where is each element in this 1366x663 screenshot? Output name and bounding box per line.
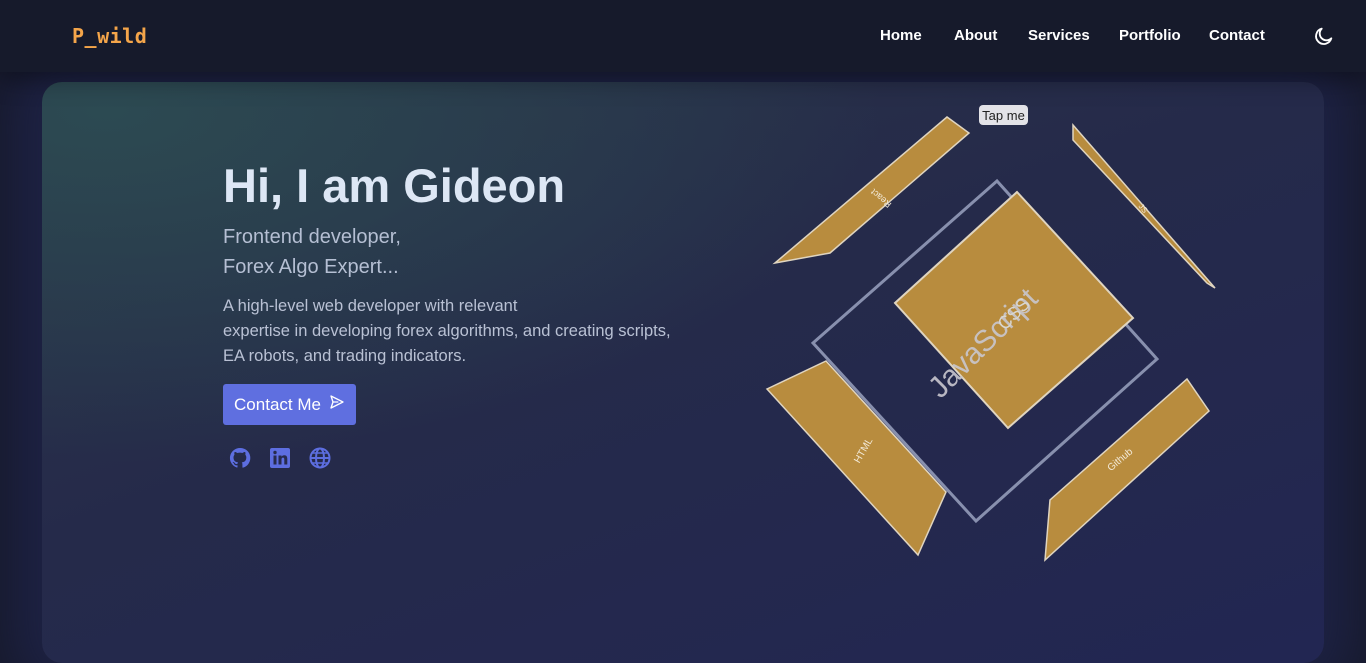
moon-icon[interactable] [1313,25,1335,47]
logo[interactable]: P_wild [72,24,147,48]
page: P_wild Home About Services Portfolio Con… [0,0,1366,663]
nav-about[interactable]: About [954,27,997,44]
nav-contact[interactable]: Contact [1209,27,1265,44]
tap-me-button[interactable]: Tap me [979,105,1028,125]
nav-home[interactable]: Home [880,27,922,44]
nav-portfolio[interactable]: Portfolio [1119,27,1181,44]
skills-cube-svg: JavaScript CSS React JS HTML Github [765,116,1216,562]
nav-services[interactable]: Services [1028,27,1090,44]
skills-cube-graphic: JavaScript CSS React JS HTML Github Tap … [0,0,1366,663]
panel-top-left[interactable] [772,116,971,265]
header: P_wild Home About Services Portfolio Con… [0,0,1366,72]
panel-bottom-right[interactable] [1044,377,1210,562]
